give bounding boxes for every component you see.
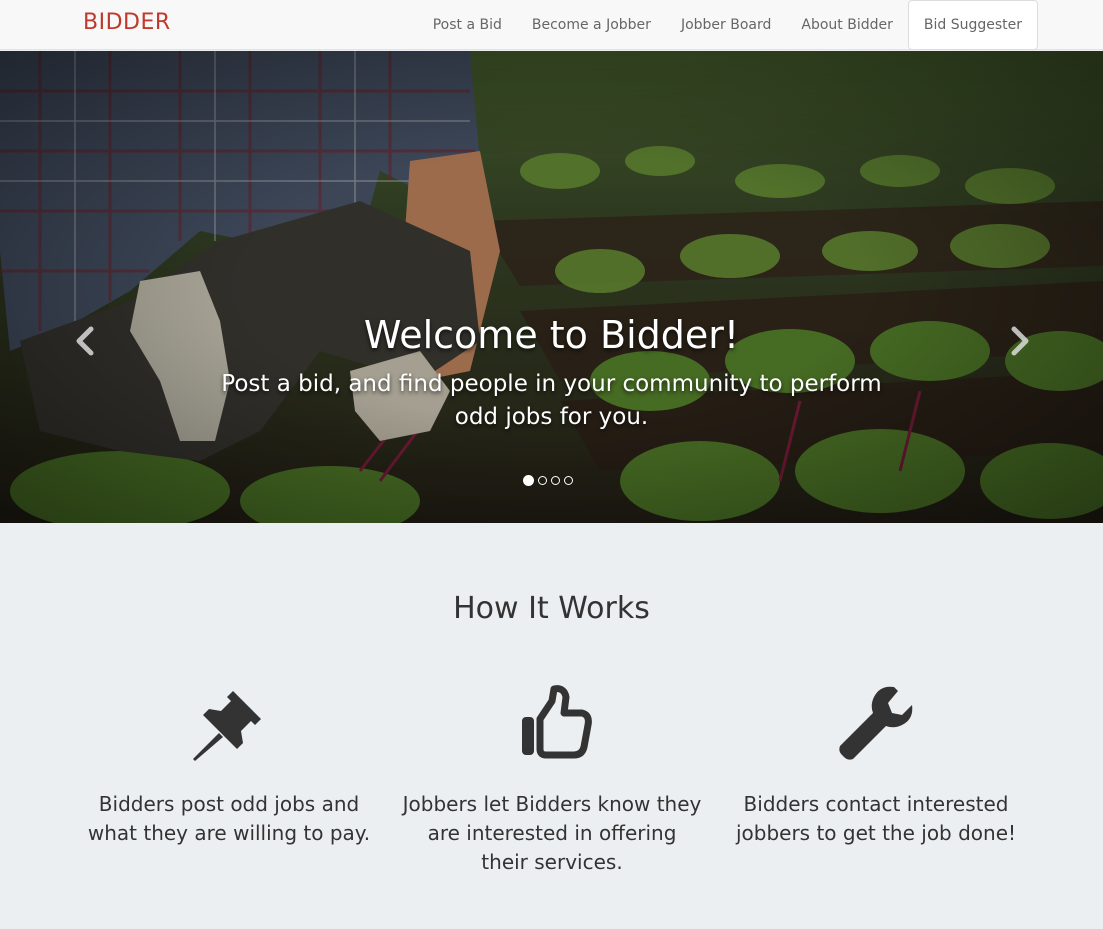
nav-links: Post a Bid Become a Jobber Jobber Board …: [418, 0, 1038, 50]
nav-bid-suggester[interactable]: Bid Suggester: [907, 0, 1038, 50]
nav-jobber-board[interactable]: Jobber Board: [666, 0, 786, 50]
hero-subtitle: Post a bid, and find people in your comm…: [221, 371, 882, 430]
section-title: How It Works: [453, 591, 650, 626]
chevron-right-icon: [1011, 326, 1029, 356]
carousel-indicator-2[interactable]: [538, 476, 547, 485]
thumbs-up-icon: [522, 685, 592, 759]
feature-contact: Bidders contact interested jobbers to ge…: [726, 683, 1026, 848]
pushpin-icon: [193, 691, 261, 761]
feature-interest: Jobbers let Bidders know they are intere…: [402, 683, 702, 877]
carousel-indicator-1[interactable]: [523, 475, 534, 486]
carousel-indicator-3[interactable]: [551, 476, 560, 485]
feature-interest-text: Jobbers let Bidders know they are intere…: [402, 792, 702, 874]
how-it-works-section: How It Works Bidders post odd jobs and w…: [0, 523, 1103, 929]
hero-carousel: Welcome to Bidder! Post a bid, and find …: [0, 51, 1103, 523]
feature-post: Bidders post odd jobs and what they are …: [79, 683, 379, 848]
carousel-next-button[interactable]: [1000, 321, 1040, 361]
nav-post-a-bid[interactable]: Post a Bid: [418, 0, 517, 50]
wrench-icon: [839, 686, 913, 760]
carousel-prev-button[interactable]: [65, 321, 105, 361]
brand-logo[interactable]: BIDDER: [83, 10, 171, 35]
chevron-left-icon: [76, 326, 94, 356]
hero-background-image: [0, 51, 1103, 523]
feature-post-text: Bidders post odd jobs and what they are …: [87, 792, 371, 845]
carousel-indicators: [523, 475, 573, 486]
carousel-indicator-4[interactable]: [564, 476, 573, 485]
nav-become-a-jobber[interactable]: Become a Jobber: [517, 0, 666, 50]
hero-title: Welcome to Bidder!: [363, 313, 740, 357]
nav-about-bidder[interactable]: About Bidder: [786, 0, 907, 50]
feature-contact-text: Bidders contact interested jobbers to ge…: [735, 792, 1017, 845]
navbar: BIDDER Post a Bid Become a Jobber Jobber…: [0, 0, 1103, 50]
